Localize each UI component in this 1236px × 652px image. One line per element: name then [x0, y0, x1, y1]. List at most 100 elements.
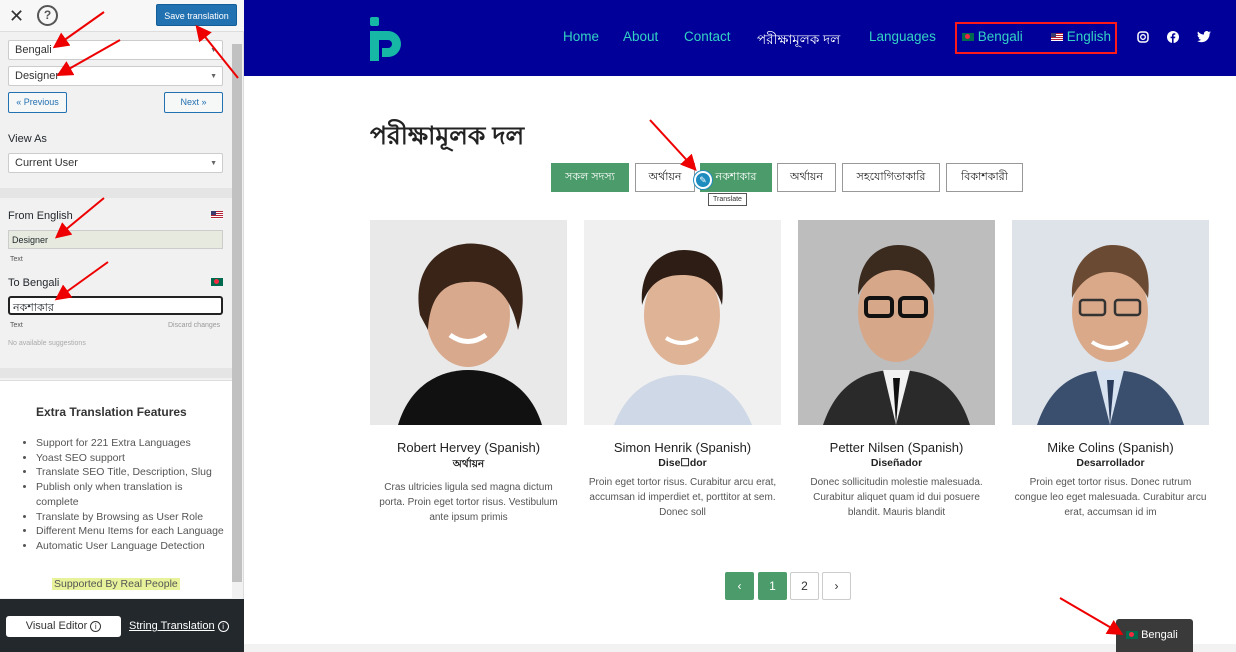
menu-contact[interactable]: Contact	[684, 29, 731, 44]
member-name: Mike Colins (Spanish)	[1047, 440, 1174, 455]
pagination-prev[interactable]: ‹	[725, 572, 754, 600]
bangladesh-flag-icon	[1126, 631, 1138, 640]
translate-tooltip: Translate	[708, 193, 747, 206]
menu-lang-bengali[interactable]: Bengali	[962, 29, 1023, 44]
info-icon: i	[217, 620, 229, 632]
menu-team[interactable]: পরীক্ষামূলক দল	[757, 29, 840, 52]
filter-collaborator[interactable]: সহযোগিতাকারি	[842, 163, 940, 192]
member-role: Desarrollador	[1076, 457, 1145, 469]
pagination-page-1[interactable]: 1	[758, 572, 787, 600]
member-description: Proin eget tortor risus. Donec rutrum co…	[1014, 477, 1207, 518]
team-card: Robert Hervey (Spanish) অর্থায়ন Cras ul…	[370, 220, 567, 525]
menu-languages[interactable]: Languages	[869, 29, 936, 44]
translation-input[interactable]: নকশাকার	[8, 296, 223, 315]
us-flag-icon	[211, 211, 223, 219]
string-translation-link[interactable]: String Translation i	[129, 620, 229, 632]
view-as-label: View As	[8, 133, 47, 145]
features-title: Extra Translation Features	[36, 405, 187, 419]
view-as-select[interactable]: Current User ▼	[8, 153, 223, 173]
site-logo[interactable]	[370, 17, 410, 61]
floating-lang-label: Bengali	[1141, 629, 1178, 641]
feature-item: Automatic User Language Detection	[36, 539, 224, 554]
team-card: Mike Colins (Spanish) Desarrollador Proi…	[1012, 220, 1209, 520]
feature-item: Support for 221 Extra Languages	[36, 436, 224, 451]
bangladesh-flag-icon	[962, 33, 974, 42]
language-select-value: Bengali	[15, 44, 52, 56]
source-type-label: Text	[10, 256, 23, 263]
menu-about[interactable]: About	[623, 29, 658, 44]
string-select-value: Designer	[15, 70, 60, 82]
close-icon[interactable]: ✕	[9, 6, 24, 27]
language-select[interactable]: Bengali ▼	[8, 40, 223, 60]
string-select[interactable]: Designer ▼	[8, 66, 223, 86]
string-translation-label: String Translation	[129, 620, 215, 632]
pencil-icon[interactable]: ✎	[694, 171, 712, 189]
editor-mode-bar: Visual Editor i String Translation i	[0, 599, 244, 652]
page-title: পরীক্ষামূলক দল	[370, 122, 525, 150]
translation-sidebar: ✕ ? Save translation Bengali ▼ Designer ▼ …	[0, 0, 244, 652]
team-card: Simon Henrik (Spanish) Dise☐dor Proin eg…	[584, 220, 781, 520]
member-role: Dise☐dor	[658, 457, 707, 469]
filter-finance-2[interactable]: অর্থায়ন	[777, 163, 836, 192]
site-preview: Home About Contact পরীক্ষামূলক দল Langua…	[244, 0, 1236, 652]
view-as-value: Current User	[15, 157, 78, 169]
lang-english-label: English	[1066, 29, 1112, 44]
section-divider	[0, 188, 232, 198]
team-card: Petter Nilsen (Spanish) Diseñador Donec …	[798, 220, 995, 520]
menu-home[interactable]: Home	[563, 29, 599, 44]
member-role: অর্থায়ন	[452, 458, 485, 470]
member-description: Donec sollicitudin molestie malesuada. C…	[810, 477, 983, 518]
twitter-icon[interactable]	[1197, 31, 1211, 43]
site-header: Home About Contact পরীক্ষামূলক দল Langua…	[244, 0, 1236, 76]
member-description: Cras ultricies ligula sed magna dictum p…	[379, 482, 558, 523]
visual-editor-button[interactable]: Visual Editor i	[6, 616, 121, 637]
member-photo	[584, 220, 781, 425]
member-name: Robert Hervey (Spanish)	[396, 440, 541, 455]
sidebar-toolbar: ✕ ? Save translation	[0, 0, 244, 32]
member-name: Petter Nilsen (Spanish)	[829, 440, 964, 455]
next-button[interactable]: Next »	[164, 92, 223, 113]
member-role: Diseñador	[870, 457, 923, 469]
filter-developer[interactable]: বিকাশকারী	[946, 163, 1023, 192]
feature-item: Different Menu Items for each Language	[36, 524, 224, 539]
source-text-field: Designer	[8, 230, 223, 249]
footer-strip	[244, 644, 1236, 652]
us-flag-icon	[1051, 33, 1063, 42]
chevron-down-icon: ▼	[210, 160, 217, 167]
previous-button[interactable]: « Previous	[8, 92, 67, 113]
member-description: Proin eget tortor risus. Curabitur arcu …	[588, 477, 777, 518]
feature-item: Translate SEO Title, Description, Slug	[36, 465, 224, 480]
chevron-down-icon: ▼	[210, 73, 217, 80]
from-language-label: From English	[8, 210, 73, 222]
instagram-icon[interactable]	[1137, 31, 1149, 43]
discard-changes-link[interactable]: Discard changes	[168, 322, 220, 329]
feature-item: Yoast SEO support	[36, 451, 224, 466]
supported-badge: Supported By Real People	[52, 578, 180, 590]
lang-bengali-label: Bengali	[977, 29, 1023, 44]
chevron-down-icon: ▼	[210, 47, 217, 54]
filter-all[interactable]: সকল সদস্য	[551, 163, 629, 192]
save-translation-button[interactable]: Save translation	[156, 4, 237, 26]
no-suggestions-text: No available suggestions	[8, 340, 86, 347]
features-list: Support for 221 Extra Languages Yoast SE…	[24, 436, 224, 554]
facebook-icon[interactable]	[1167, 31, 1179, 43]
features-panel: Extra Translation Features Support for 2…	[0, 380, 232, 598]
help-icon[interactable]: ?	[37, 5, 58, 26]
feature-item: Translate by Browsing as User Role	[36, 510, 224, 525]
menu-lang-english[interactable]: English	[1051, 29, 1111, 44]
pagination-next[interactable]: ›	[822, 572, 851, 600]
member-photo	[798, 220, 995, 425]
member-photo	[370, 220, 567, 425]
feature-item: Publish only when translation is complet…	[36, 480, 224, 509]
sidebar-scrollbar[interactable]	[232, 44, 242, 582]
member-name: Simon Henrik (Spanish)	[613, 440, 752, 455]
floating-language-switcher[interactable]: Bengali	[1116, 619, 1193, 652]
to-language-label: To Bengali	[8, 277, 60, 289]
visual-editor-label: Visual Editor	[25, 620, 88, 632]
target-type-label: Text	[10, 322, 23, 329]
bangladesh-flag-icon	[211, 278, 223, 286]
section-divider	[0, 368, 232, 378]
pagination-page-2[interactable]: 2	[790, 572, 819, 600]
member-photo	[1012, 220, 1209, 425]
filter-finance[interactable]: অর্থায়ন	[635, 163, 695, 192]
